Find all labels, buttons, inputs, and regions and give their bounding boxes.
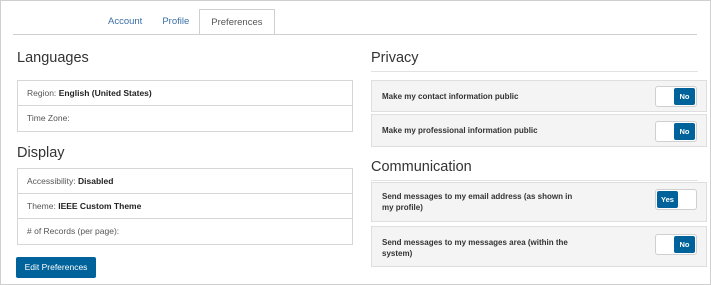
accessibility-value: Disabled — [78, 176, 114, 186]
timezone-label: Time Zone: — [27, 113, 70, 123]
communication-divider — [371, 180, 698, 181]
privacy-professional-label: Make my professional information public — [382, 126, 538, 135]
privacy-divider — [371, 71, 698, 72]
privacy-professional-row: Make my professional information public … — [371, 114, 707, 147]
comm-email-label: Send messages to my email address (as sh… — [382, 191, 572, 213]
tab-divider — [13, 34, 697, 35]
theme-row: Theme: IEEE Custom Theme — [18, 194, 352, 219]
display-panel: Accessibility: Disabled Theme: IEEE Cust… — [17, 168, 353, 245]
comm-email-label-line1: Send messages to my email address (as sh… — [382, 192, 573, 201]
region-value: English (United States) — [58, 88, 152, 98]
languages-panel: Region: English (United States) Time Zon… — [17, 80, 353, 132]
comm-messages-toggle[interactable]: No — [655, 234, 697, 255]
tab-account[interactable]: Account — [98, 9, 152, 34]
privacy-contact-label: Make my contact information public — [382, 92, 519, 101]
communication-heading: Communication — [371, 159, 472, 175]
region-row: Region: English (United States) — [18, 81, 352, 106]
tab-bar: Account Profile Preferences — [98, 9, 275, 35]
theme-label: Theme: — [27, 201, 56, 211]
toggle-state-label: No — [674, 123, 695, 140]
toggle-state-label: No — [674, 88, 695, 105]
comm-messages-row: Send messages to my messages area (withi… — [371, 226, 707, 267]
comm-email-toggle[interactable]: Yes — [655, 189, 697, 210]
timezone-row: Time Zone: — [18, 106, 352, 131]
records-row: # of Records (per page): — [18, 219, 352, 244]
languages-heading: Languages — [17, 50, 89, 66]
region-label: Region: — [27, 88, 57, 98]
comm-messages-label-line2: system) — [382, 249, 413, 258]
privacy-heading: Privacy — [371, 50, 419, 66]
accessibility-row: Accessibility: Disabled — [18, 169, 352, 194]
comm-email-row: Send messages to my email address (as sh… — [371, 182, 707, 222]
comm-messages-label: Send messages to my messages area (withi… — [382, 237, 568, 259]
edit-preferences-button[interactable]: Edit Preferences — [16, 257, 96, 278]
privacy-contact-toggle[interactable]: No — [655, 86, 697, 107]
records-label: # of Records (per page): — [27, 226, 120, 236]
display-heading: Display — [17, 145, 65, 161]
privacy-contact-row: Make my contact information public No — [371, 80, 707, 112]
comm-messages-label-line1: Send messages to my messages area (withi… — [382, 238, 568, 247]
toggle-state-label: No — [674, 236, 695, 253]
tab-preferences[interactable]: Preferences — [199, 9, 275, 35]
theme-value: IEEE Custom Theme — [58, 201, 142, 211]
tab-profile[interactable]: Profile — [152, 9, 199, 34]
comm-email-label-line2: my profile) — [382, 203, 423, 212]
accessibility-label: Accessibility: — [27, 176, 76, 186]
toggle-state-label: Yes — [657, 191, 678, 208]
privacy-professional-toggle[interactable]: No — [655, 121, 697, 142]
